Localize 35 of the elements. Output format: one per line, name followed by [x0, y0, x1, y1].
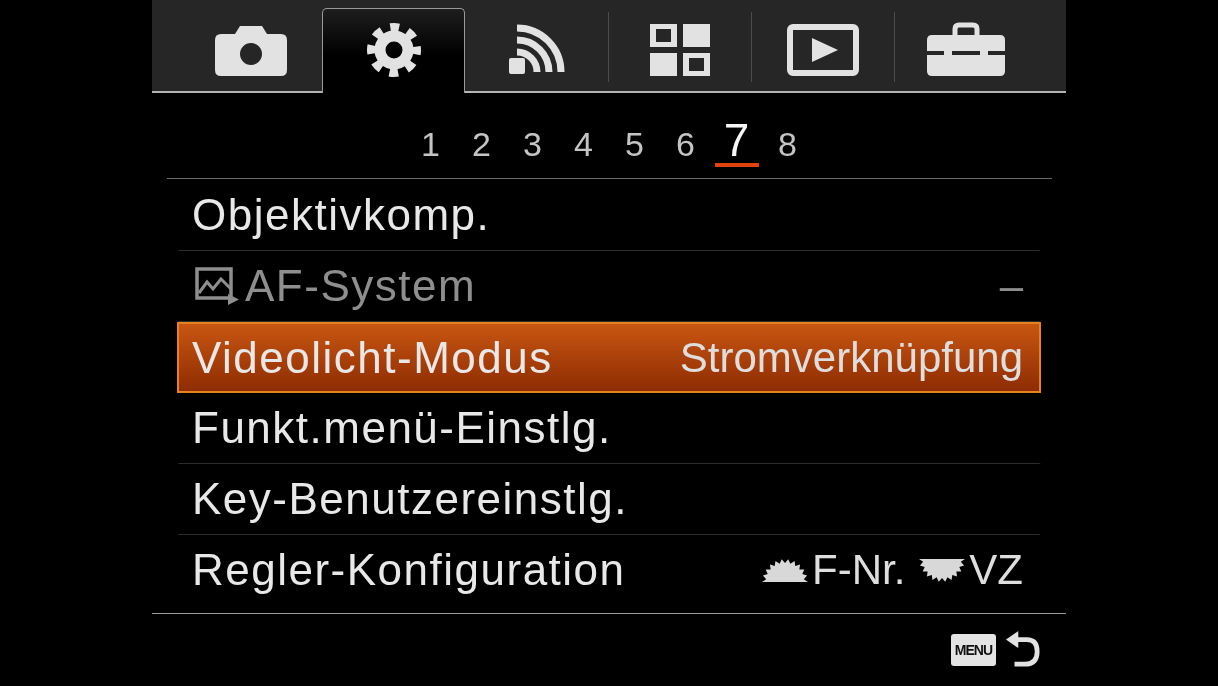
setting-value: VZ	[969, 549, 1023, 591]
back-icon	[1006, 631, 1040, 669]
page-number: 4	[573, 127, 594, 165]
page-number: 2	[471, 127, 492, 165]
camera-icon	[214, 24, 287, 76]
setting-value: Stromverknüpfung	[679, 336, 1023, 379]
page-number: 8	[777, 127, 798, 165]
menu-key: MENU	[950, 634, 996, 666]
settings-icon	[366, 23, 421, 77]
play-icon	[786, 24, 859, 76]
setting-value: F-Nr.	[812, 549, 906, 591]
toolbox-icon	[926, 22, 1005, 76]
dial-icon	[919, 558, 966, 582]
page-number: 6	[675, 127, 696, 165]
dial-icon	[762, 558, 808, 582]
menu-row[interactable]: Videolicht-Modus Stromverknüpfung	[177, 322, 1041, 393]
menu-item-label: Videolicht-Modus	[192, 335, 553, 380]
menu-item-label: Objektivkomp.	[192, 193, 491, 237]
setting-value: –	[999, 265, 1023, 307]
menu-item-label: Regler-Konfiguration	[192, 548, 626, 592]
menu-item-label: Key-Benutzereinstlg.	[192, 477, 628, 521]
menu-item-label: Funkt.menü-Einstlg.	[192, 406, 612, 450]
menu-tab[interactable]	[322, 8, 465, 93]
menu-row[interactable]: Funkt.menü-Einstlg.	[177, 393, 1041, 464]
page-number: 5	[624, 127, 645, 165]
menu-row[interactable]: Regler-Konfiguration F-Nr. VZ	[177, 535, 1041, 606]
image-icon	[195, 267, 239, 305]
page-number: 3	[522, 127, 543, 165]
menu-item-label: AF-System	[245, 264, 477, 308]
grid-icon	[649, 24, 710, 76]
menu-row[interactable]: Key-Benutzereinstlg.	[177, 464, 1041, 535]
menu-row[interactable]: Objektivkomp.	[177, 180, 1041, 251]
page-number: 1	[420, 127, 441, 165]
wireless-icon	[508, 22, 565, 76]
page-number: 7	[714, 117, 759, 167]
